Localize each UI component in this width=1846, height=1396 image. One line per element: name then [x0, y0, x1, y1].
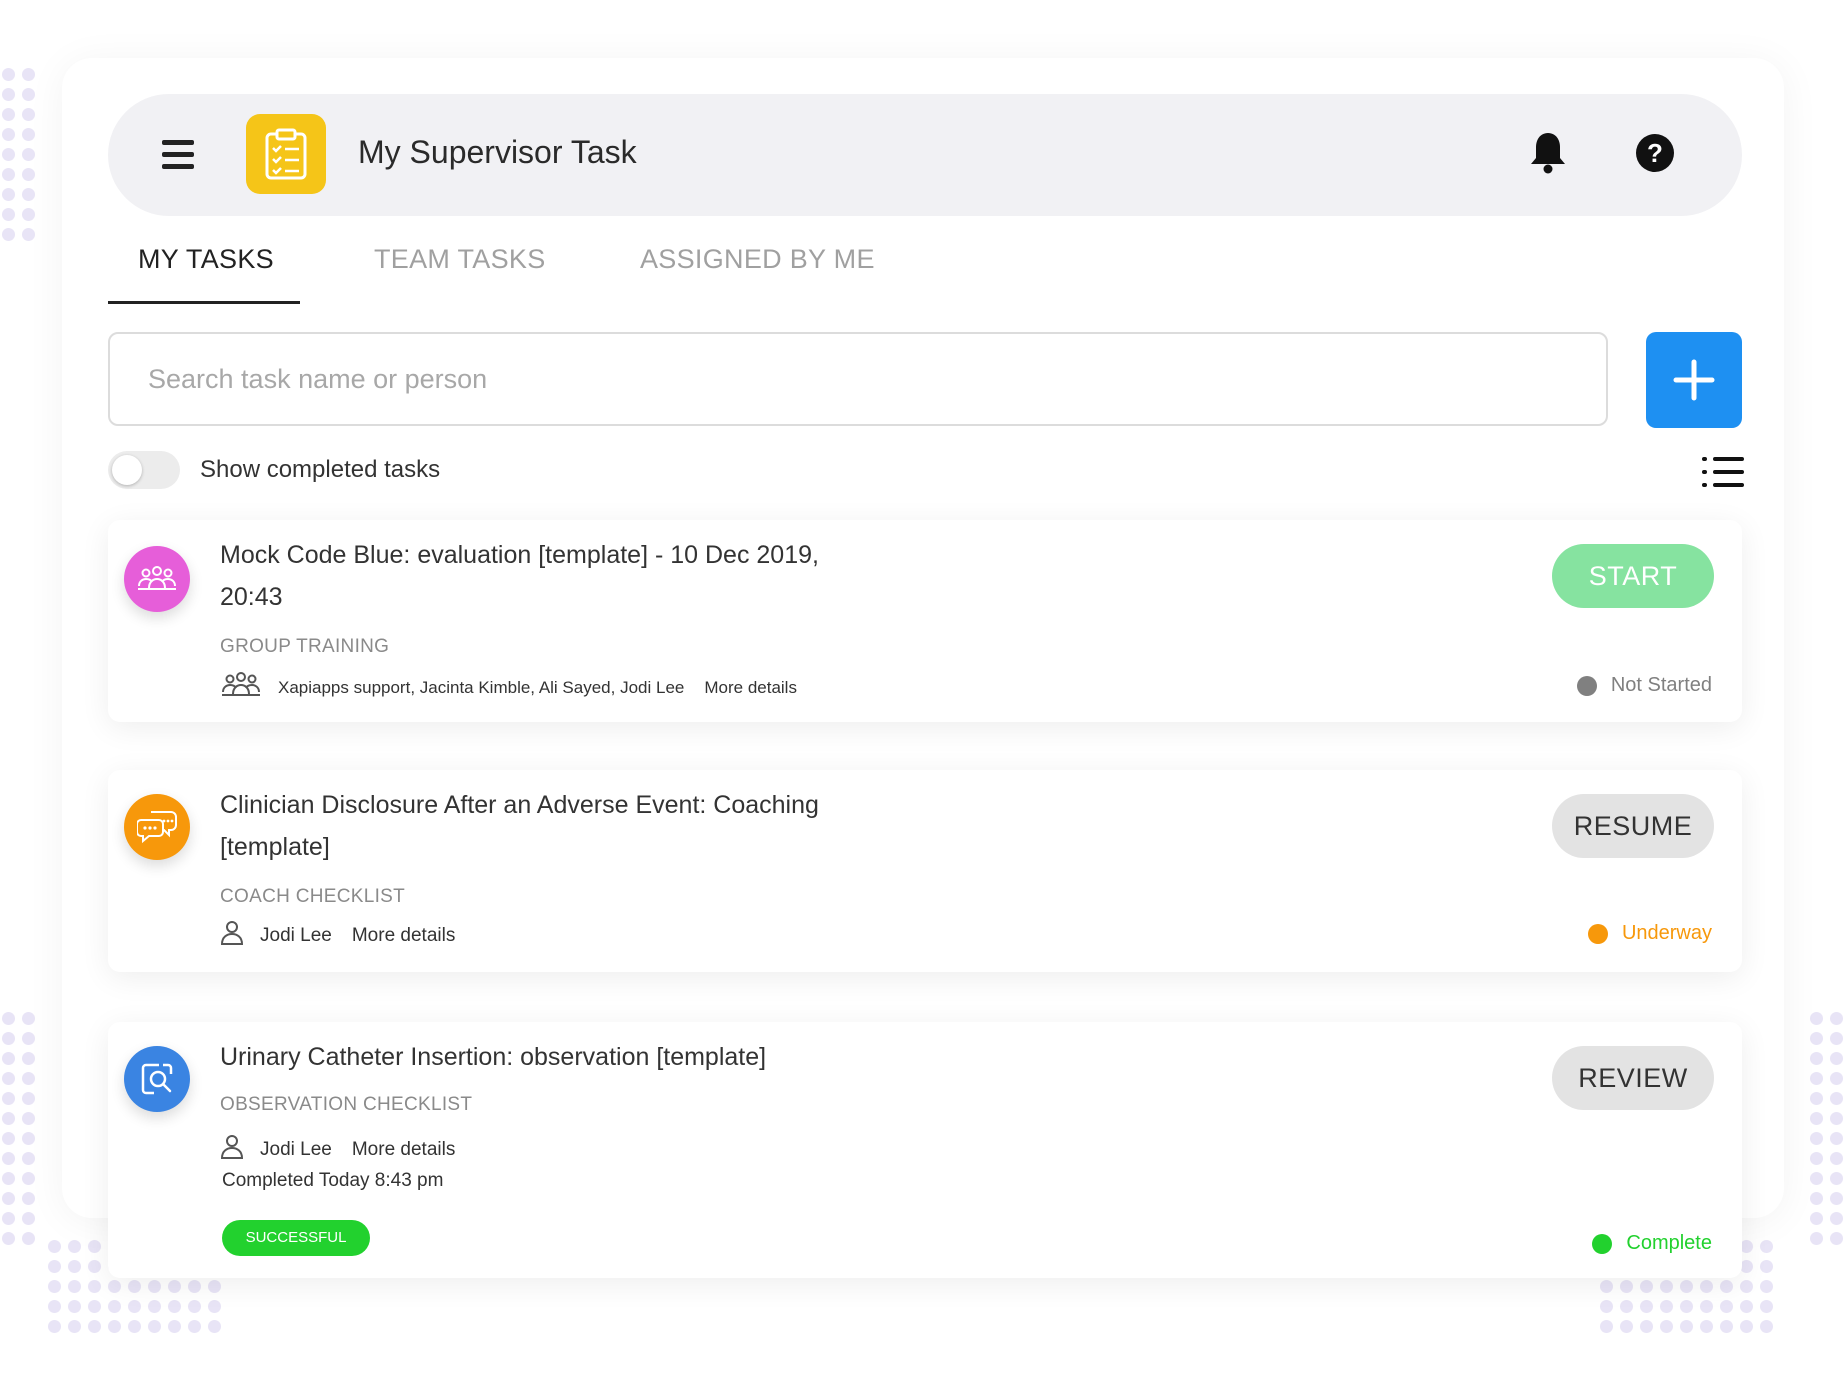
task-title[interactable]: Clinician Disclosure After an Adverse Ev…	[220, 784, 840, 868]
tab-assigned-by-me[interactable]: ASSIGNED BY ME	[640, 244, 875, 275]
app-title: My Supervisor Task	[358, 134, 637, 170]
task-title[interactable]: Mock Code Blue: evaluation [template] - …	[220, 534, 840, 618]
plus-icon	[1673, 359, 1715, 401]
hamburger-menu-icon[interactable]	[162, 140, 194, 170]
more-details-link[interactable]: More details	[352, 925, 456, 947]
more-details-link[interactable]: More details	[704, 678, 797, 698]
question-mark-icon[interactable]: ?	[1636, 134, 1674, 172]
add-task-button[interactable]	[1646, 332, 1742, 428]
person-icon	[220, 920, 244, 952]
resume-button[interactable]: RESUME	[1552, 794, 1714, 858]
result-badge: SUCCESSFUL	[222, 1220, 370, 1256]
task-type: OBSERVATION CHECKLIST	[220, 1094, 473, 1115]
task-card[interactable]: Urinary Catheter Insertion: observation …	[108, 1022, 1742, 1278]
person-icon	[220, 1134, 244, 1166]
tab-my-tasks[interactable]: MY TASKS	[138, 244, 274, 275]
task-card[interactable]: Clinician Disclosure After an Adverse Ev…	[108, 770, 1742, 972]
status-badge: Not Started	[1576, 674, 1712, 697]
speech-bubbles-icon	[124, 794, 190, 860]
show-completed-label: Show completed tasks	[200, 456, 441, 483]
list-view-icon[interactable]	[1702, 456, 1744, 488]
tab-team-tasks[interactable]: TEAM TASKS	[374, 244, 546, 275]
status-badge: Underway	[1587, 922, 1712, 945]
status-text: Complete	[1626, 1232, 1712, 1254]
task-meta: Jodi Lee More details	[220, 920, 455, 952]
status-badge: Complete	[1592, 1232, 1712, 1255]
task-meta: Jodi Lee More details	[220, 1134, 455, 1166]
start-button[interactable]: START	[1552, 544, 1714, 608]
assignee: Jodi Lee	[260, 925, 332, 946]
task-title[interactable]: Urinary Catheter Insertion: observation …	[220, 1036, 980, 1078]
clipboard-checklist-icon	[246, 114, 326, 194]
more-details-link[interactable]: More details	[352, 1139, 456, 1161]
task-type: GROUP TRAINING	[220, 636, 390, 657]
status-text: Not Started	[1610, 674, 1712, 696]
assignee: Jodi Lee	[260, 1139, 332, 1160]
task-card[interactable]: Mock Code Blue: evaluation [template] - …	[108, 520, 1742, 722]
group-icon	[220, 672, 262, 704]
group-icon	[124, 546, 190, 612]
search-document-icon	[124, 1046, 190, 1112]
review-button[interactable]: REVIEW	[1552, 1046, 1714, 1110]
search-input[interactable]	[108, 332, 1608, 426]
active-tab-indicator	[108, 301, 300, 304]
status-text: Underway	[1621, 922, 1712, 944]
task-meta: Xapiapps support, Jacinta Kimble, Ali Sa…	[220, 672, 797, 704]
bell-icon[interactable]	[1528, 130, 1568, 179]
app-header	[108, 94, 1742, 216]
task-type: COACH CHECKLIST	[220, 886, 406, 907]
completed-timestamp: Completed Today 8:43 pm	[222, 1170, 444, 1191]
show-completed-toggle[interactable]	[108, 451, 180, 489]
assignees: Xapiapps support, Jacinta Kimble, Ali Sa…	[278, 678, 685, 697]
